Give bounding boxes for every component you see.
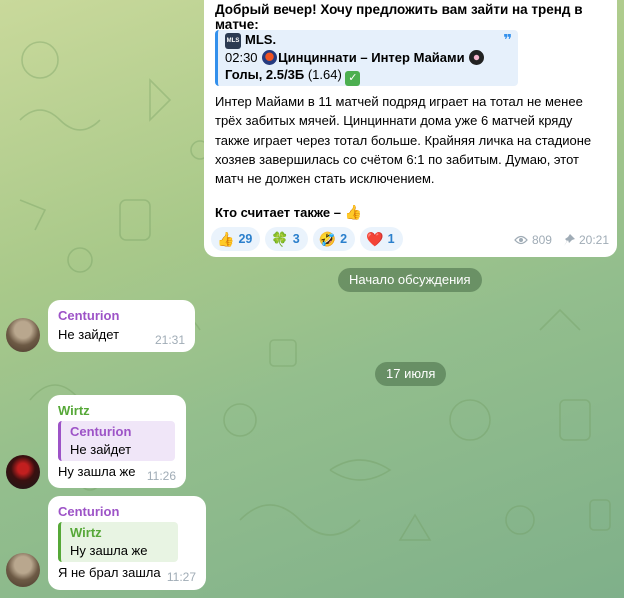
reply-text: Не зайдет <box>70 442 132 457</box>
reaction-count: 3 <box>292 232 300 246</box>
pin-icon <box>563 234 575 246</box>
quote-icon: ❞ <box>503 32 512 49</box>
post-time: 20:21 <box>578 233 609 247</box>
message-bubble[interactable]: Centurion Не зайдет 21:31 <box>48 300 195 352</box>
cincinnati-logo-icon <box>262 50 278 65</box>
avatar[interactable] <box>6 553 40 587</box>
quote-bet: Голы, 2.5/3Б <box>225 67 305 82</box>
sender-name[interactable]: Centurion <box>58 308 119 323</box>
post-heading: Добрый вечер! Хочу предложить вам зайти … <box>215 2 583 32</box>
thumbs-up-icon: 👍 <box>217 230 235 247</box>
message-bubble[interactable]: Centurion Wirtz Ну зашла же Я не брал за… <box>48 496 206 590</box>
views-count: 809 <box>531 233 552 247</box>
quote-match-line: 02:30 Цинциннати – Интер Майами <box>225 50 485 65</box>
mls-logo-icon: MLS <box>225 33 241 49</box>
quote-time: 02:30 <box>225 50 258 65</box>
clover-icon: 🍀 <box>271 230 289 247</box>
message-text: Не зайдет <box>58 327 120 342</box>
reactions-bar: 👍 29 🍀 3 🤣 2 ❤️ 1 <box>211 227 403 251</box>
date-separator: 17 июля <box>375 362 447 386</box>
heart-icon: ❤️ <box>366 230 384 247</box>
discussion-start-label: Начало обсуждения <box>338 268 482 292</box>
quote-match: Цинциннати – Интер Майами <box>278 50 465 65</box>
bet-quote[interactable]: ❞ MLS MLS. 02:30 Цинциннати – Интер Майа… <box>215 30 518 86</box>
reply-preview[interactable]: Centurion Не зайдет <box>58 421 175 461</box>
reaction-count: 2 <box>340 232 348 246</box>
channel-post[interactable]: Добрый вечер! Хочу предложить вам зайти … <box>204 0 617 257</box>
avatar[interactable] <box>6 455 40 489</box>
quote-league: MLS. <box>245 32 277 47</box>
message-time: 11:26 <box>146 469 176 483</box>
reaction-count: 29 <box>238 232 253 246</box>
check-mark-icon: ✓ <box>345 71 361 86</box>
laughing-face-icon: 🤣 <box>318 230 337 247</box>
quote-bet-line: Голы, 2.5/3Б (1.64) ✓ <box>225 67 361 86</box>
message-time: 21:31 <box>154 333 185 347</box>
avatar[interactable] <box>6 318 40 352</box>
post-meta: 809 20:21 <box>514 233 609 247</box>
eye-icon <box>514 235 528 245</box>
quote-odds: (1.64) <box>307 67 342 82</box>
reply-preview[interactable]: Wirtz Ну зашла же <box>58 522 178 562</box>
message-bubble[interactable]: Wirtz Centurion Не зайдет Ну зашла же 11… <box>48 395 186 488</box>
reply-text: Ну зашла же <box>70 543 148 558</box>
thumbs-up-icon: 👍 <box>344 204 363 220</box>
sender-name[interactable]: Wirtz <box>58 403 90 418</box>
reaction-clover[interactable]: 🍀 3 <box>265 227 308 251</box>
reaction-heart[interactable]: ❤️ 1 <box>360 227 403 251</box>
message-time: 11:27 <box>166 570 196 584</box>
message-text: Я не брал зашла <box>58 565 161 580</box>
post-ask: Кто считает также – 👍 <box>215 204 362 221</box>
reaction-thumbs-up[interactable]: 👍 29 <box>211 227 261 251</box>
message-text: Ну зашла же <box>58 464 136 479</box>
reaction-laughing[interactable]: 🤣 2 <box>312 227 356 251</box>
reply-sender: Wirtz <box>70 525 102 540</box>
reaction-count: 1 <box>387 232 395 246</box>
reply-sender: Centurion <box>70 424 132 439</box>
sender-name[interactable]: Centurion <box>58 504 119 519</box>
post-body: Интер Майами в 11 матчей подряд играет н… <box>215 94 592 187</box>
post-ask-text: Кто считает также – <box>215 205 341 220</box>
inter-miami-logo-icon <box>469 50 485 65</box>
